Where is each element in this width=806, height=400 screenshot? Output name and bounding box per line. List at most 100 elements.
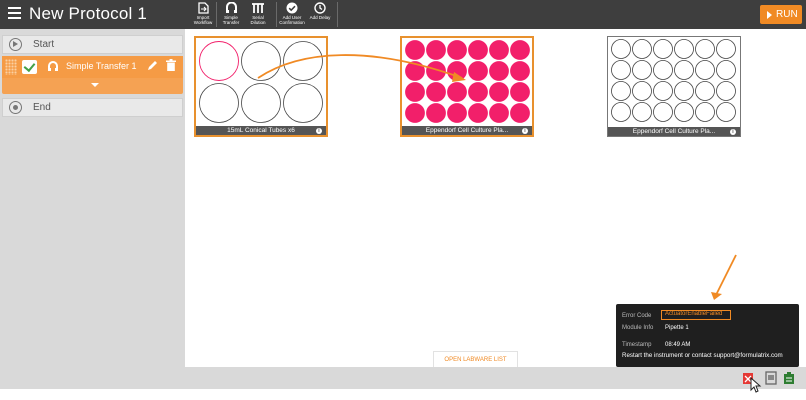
add-delay-button[interactable]: Add Delay — [308, 2, 332, 28]
plate-well[interactable] — [510, 61, 530, 81]
simple-transfer-button[interactable]: Simple Transfer — [219, 2, 243, 28]
plate-well[interactable] — [405, 40, 425, 60]
plate-well[interactable] — [716, 39, 736, 59]
delete-icon[interactable] — [166, 59, 176, 71]
plate-well[interactable] — [510, 103, 530, 123]
plate-well[interactable] — [426, 61, 446, 81]
plate-well[interactable] — [426, 103, 446, 123]
protocol-title[interactable]: New Protocol 1 — [29, 4, 147, 24]
module-info-value: Pipette 1 — [665, 325, 689, 331]
labware-name: Eppendorf Cell Culture Pla... — [632, 128, 716, 135]
run-button[interactable]: RUN — [760, 5, 802, 24]
plate-well[interactable] — [632, 102, 652, 122]
plate-well[interactable] — [447, 61, 467, 81]
edit-icon[interactable] — [147, 60, 158, 71]
end-step[interactable]: End — [2, 98, 183, 117]
plate-well[interactable] — [632, 60, 652, 80]
menu-icon[interactable] — [8, 7, 21, 21]
toolbar-divider — [337, 2, 338, 27]
play-circle-icon — [9, 38, 22, 51]
drag-handle-icon[interactable] — [5, 59, 17, 75]
plate-well[interactable] — [405, 103, 425, 123]
tube-well[interactable] — [241, 41, 281, 81]
info-icon[interactable]: i — [316, 127, 322, 134]
plate-well[interactable] — [468, 82, 488, 102]
plate-well[interactable] — [405, 61, 425, 81]
plate-well[interactable] — [611, 102, 631, 122]
plate-well[interactable] — [447, 40, 467, 60]
clipboard-icon[interactable] — [783, 371, 795, 385]
add-delay-icon — [314, 2, 326, 14]
plate-well[interactable] — [611, 60, 631, 80]
timestamp-label: Timestamp — [622, 342, 652, 348]
plate-well[interactable] — [489, 40, 509, 60]
plate-well[interactable] — [632, 81, 652, 101]
plate-well[interactable] — [695, 102, 715, 122]
plate-well[interactable] — [510, 82, 530, 102]
import-workflow-button[interactable]: Import Workflow — [191, 2, 215, 28]
play-icon — [767, 11, 772, 19]
simple-transfer-step[interactable]: Simple Transfer 1 — [2, 56, 183, 94]
error-details-popup: Error Code ActuatorEnableFailed Module I… — [616, 304, 799, 367]
plate-well[interactable] — [674, 39, 694, 59]
end-label: End — [33, 102, 51, 113]
plate-well[interactable] — [447, 82, 467, 102]
plate-well[interactable] — [468, 103, 488, 123]
plate-well[interactable] — [468, 61, 488, 81]
start-label: Start — [33, 39, 55, 50]
plate-well[interactable] — [695, 60, 715, 80]
plate-well[interactable] — [426, 82, 446, 102]
plate-well[interactable] — [489, 61, 509, 81]
plate-well[interactable] — [716, 81, 736, 101]
open-labware-list-button[interactable]: OPEN LABWARE LIST — [433, 351, 518, 367]
top-bar: New Protocol 1 Import Workflow Simple Tr… — [0, 0, 806, 29]
plate-well[interactable] — [426, 40, 446, 60]
plate-well[interactable] — [674, 60, 694, 80]
plate-well[interactable] — [653, 81, 673, 101]
serial-dilution-button[interactable]: Serial Dilution — [246, 2, 270, 28]
add-user-confirmation-button[interactable]: Add User Confirmation — [279, 2, 305, 28]
serial-dilution-label: Serial Dilution — [250, 15, 266, 25]
plate-well[interactable] — [674, 102, 694, 122]
labware-conical-tubes[interactable]: 15mL Conical Tubes x6 i — [194, 36, 328, 137]
tube-well[interactable] — [283, 41, 323, 81]
plate-well[interactable] — [468, 40, 488, 60]
labware-caption: Eppendorf Cell Culture Pla... i — [402, 126, 532, 135]
simple-transfer-label: Simple Transfer — [222, 15, 240, 25]
labware-name: Eppendorf Cell Culture Pla... — [425, 127, 509, 134]
run-label: RUN — [776, 9, 798, 20]
plate-well[interactable] — [489, 103, 509, 123]
plate-well[interactable] — [611, 81, 631, 101]
plate-well[interactable] — [489, 82, 509, 102]
plate-well[interactable] — [611, 39, 631, 59]
plate-well[interactable] — [632, 39, 652, 59]
stop-circle-icon — [9, 101, 22, 114]
plate-well[interactable] — [653, 60, 673, 80]
tube-well[interactable] — [241, 83, 281, 123]
labware-cell-culture-plate[interactable]: Eppendorf Cell Culture Pla... i — [607, 36, 741, 137]
tube-grid — [199, 41, 323, 123]
plate-well[interactable] — [447, 103, 467, 123]
info-icon[interactable]: i — [730, 128, 736, 135]
start-step[interactable]: Start — [2, 35, 183, 54]
plate-well[interactable] — [653, 102, 673, 122]
plate-well[interactable] — [695, 81, 715, 101]
serial-dilution-icon — [252, 3, 264, 13]
tube-well[interactable] — [199, 83, 239, 123]
tube-well[interactable] — [283, 83, 323, 123]
info-icon[interactable]: i — [522, 127, 528, 134]
chevron-down-icon[interactable] — [91, 83, 99, 87]
log-icon[interactable] — [765, 371, 777, 385]
step-enabled-checkbox[interactable] — [22, 60, 37, 74]
simple-transfer-icon — [225, 2, 237, 13]
plate-well[interactable] — [695, 39, 715, 59]
plate-well[interactable] — [653, 39, 673, 59]
labware-cell-culture-plate-destination[interactable]: Eppendorf Cell Culture Pla... i — [400, 36, 534, 137]
plate-well[interactable] — [405, 82, 425, 102]
plate-well[interactable] — [716, 60, 736, 80]
plate-well[interactable] — [674, 81, 694, 101]
plate-well[interactable] — [716, 102, 736, 122]
well-grid — [611, 39, 736, 122]
tube-well[interactable] — [199, 41, 239, 81]
plate-well[interactable] — [510, 40, 530, 60]
